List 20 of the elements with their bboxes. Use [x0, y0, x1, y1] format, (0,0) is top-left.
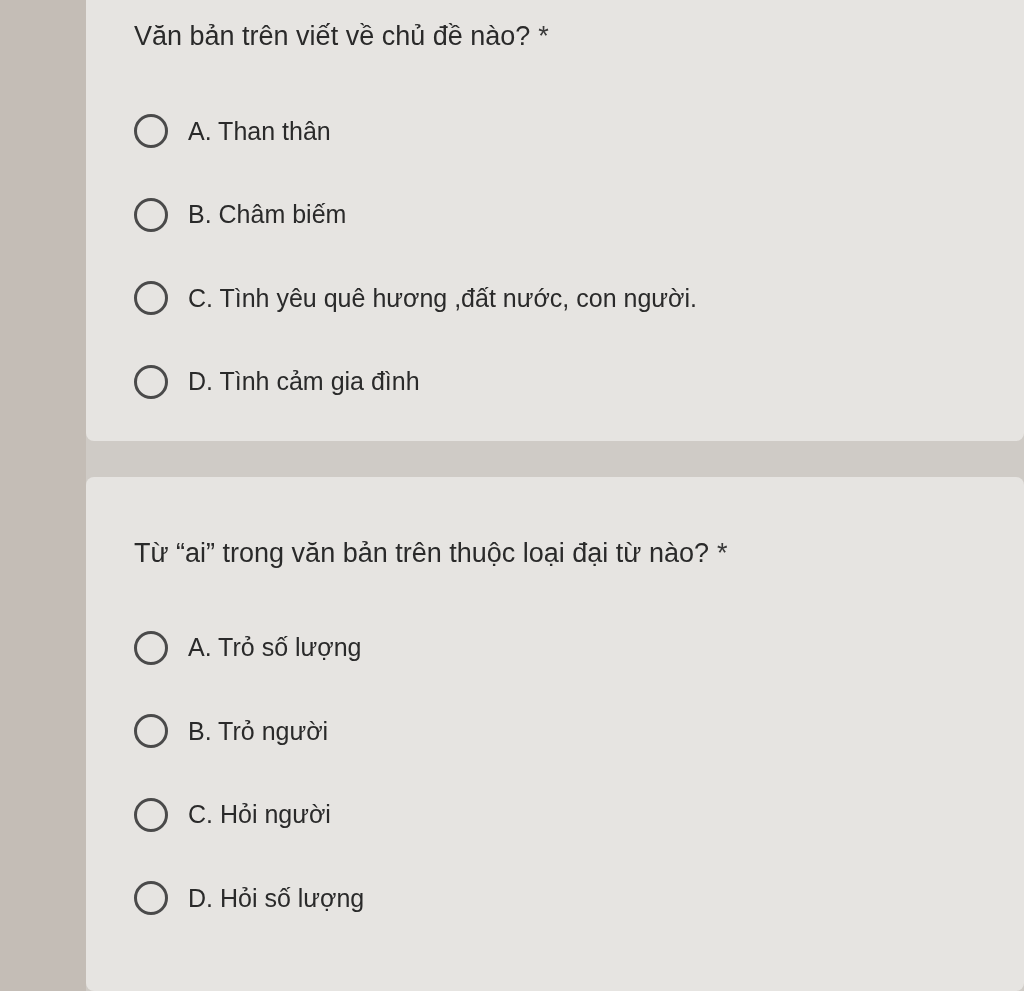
option-label: C. Tình yêu quê hương ,đất nước, con người. [188, 282, 697, 314]
required-mark: * [717, 536, 728, 570]
option-label: C. Hỏi người [188, 799, 331, 830]
radio-button[interactable] [134, 797, 168, 832]
radio-button[interactable] [134, 714, 168, 749]
required-mark: * [538, 20, 549, 53]
option-label: B. Châm biếm [188, 199, 347, 230]
option-label: B. Trỏ người [188, 715, 329, 747]
question-title: Văn bản trên viết về chủ đề nào? [134, 20, 531, 53]
radio-button[interactable] [134, 281, 168, 316]
radio-button[interactable] [134, 630, 168, 665]
option-label: A. Trỏ số lượng [188, 632, 362, 663]
option-label: D. Hỏi số lượng [188, 882, 365, 914]
option-label: A. Than thân [188, 115, 331, 147]
radio-button[interactable] [134, 881, 168, 916]
option-label: D. Tình cảm gia đình [188, 366, 420, 397]
radio-button[interactable] [134, 364, 168, 399]
radio-button[interactable] [134, 114, 168, 149]
question-title: Từ “ai” trong văn bản trên thuộc loại đại từ nào? [134, 536, 709, 570]
radio-button[interactable] [134, 197, 168, 232]
